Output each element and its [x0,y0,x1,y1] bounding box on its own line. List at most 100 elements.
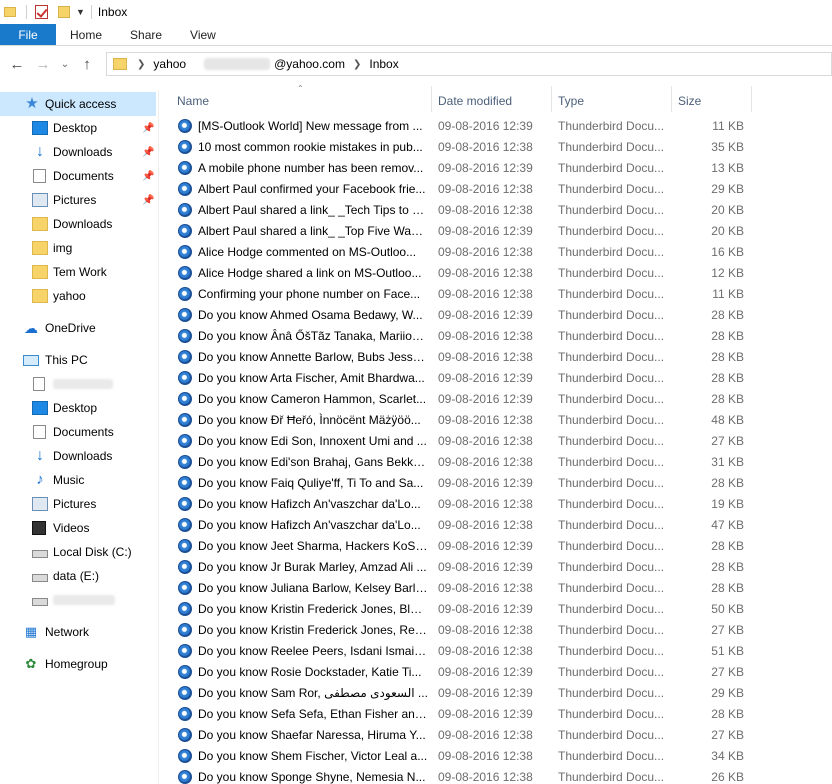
nav-quick-access[interactable]: ★ Quick access [0,92,156,116]
file-row[interactable]: Do you know Jeet Sharma, Hackers KoSo...… [159,536,832,557]
nav-data-e[interactable]: data (E:) [0,564,156,588]
up-arrow-icon[interactable]: ↑ [76,53,98,75]
file-type: Thunderbird Docu... [558,413,665,427]
breadcrumb-email-account[interactable]: @yahoo.com [274,57,345,71]
nav-redacted-drive[interactable] [0,588,156,612]
file-row[interactable]: Do you know Jr Burak Marley, Amzad Ali .… [159,557,832,578]
nav-documents[interactable]: Documents 📌 [0,164,156,188]
column-divider[interactable] [751,86,752,112]
file-row[interactable]: Do you know Kristin Frederick Jones, Bln… [159,599,832,620]
folder-icon [32,265,48,279]
chevron-right-icon[interactable]: ❯ [137,59,145,70]
column-header-size[interactable]: Size [678,90,748,112]
file-row[interactable]: Do you know Faiq Quliye'ff, Ti To and Sa… [159,473,832,494]
nav-label: Desktop [53,121,98,135]
thunderbird-document-icon [178,602,192,616]
customize-toolbar-chevron-down-icon[interactable]: ▼ [76,7,85,17]
file-row[interactable]: Do you know Shem Fischer, Victor Leal a.… [159,746,832,767]
recent-locations-chevron-down-icon[interactable]: ⌄ [58,53,72,75]
new-folder-icon[interactable] [58,6,70,18]
file-row[interactable]: Do you know Annette Barlow, Bubs Jesso..… [159,347,832,368]
file-row[interactable]: Do you know Đř Ħeřó, Ìnnöcënt Mäżÿöö... 0… [159,410,832,431]
file-row[interactable]: 10 most common rookie mistakes in pub...… [159,137,832,158]
column-divider[interactable] [671,86,672,112]
file-row[interactable]: Do you know Hafizch An'vaszchar da'Lo...… [159,494,832,515]
chevron-right-icon[interactable]: ❯ [353,59,361,70]
file-list: ⌃ Name Date modified Type Size [MS-Outlo… [159,82,832,784]
file-row[interactable]: Do you know Sponge Shyne, Nemesia N... 09… [159,767,832,784]
nav-downloads[interactable]: ↓ Downloads 📌 [0,140,156,164]
file-row[interactable]: Alice Hodge shared a link on MS-Outloo..… [159,263,832,284]
file-row[interactable]: Alice Hodge commented on MS-Outloo... 09-… [159,242,832,263]
nav-img[interactable]: img [0,236,156,260]
folder-icon [32,289,48,303]
column-header-name[interactable]: Name [177,90,427,112]
pin-icon[interactable]: 📌 [142,195,154,206]
file-row[interactable]: Do you know Edi Son, Innoxent Umi and ..… [159,431,832,452]
tab-share[interactable]: Share [116,24,176,45]
file-row[interactable]: [MS-Outlook World] New message from ... 0… [159,116,832,137]
file-row[interactable]: Do you know Arta Fischer, Amit Bhardwa..… [159,368,832,389]
nav-pc-pictures[interactable]: Pictures [0,492,156,516]
nav-pc-downloads[interactable]: ↓ Downloads [0,444,156,468]
file-size: 28 KB [711,476,744,490]
file-row[interactable]: Do you know Rosie Dockstader, Katie Ti..… [159,662,832,683]
nav-music[interactable]: ♪ Music [0,468,156,492]
nav-network[interactable]: ▦ Network [0,620,156,644]
column-divider[interactable] [431,86,432,112]
folder-icon [32,241,48,255]
nav-local-disk-c[interactable]: Local Disk (C:) [0,540,156,564]
breadcrumb-inbox[interactable]: Inbox [369,57,398,71]
file-size: 28 KB [711,707,744,721]
back-arrow-icon[interactable]: ← [6,53,28,75]
file-row[interactable]: Do you know Cameron Hammon, Scarlet... 09… [159,389,832,410]
breadcrumb-yahoo[interactable]: yahoo [153,57,186,71]
file-row[interactable]: A mobile phone number has been remov... 0… [159,158,832,179]
pin-icon[interactable]: 📌 [142,147,154,158]
pin-icon[interactable]: 📌 [142,171,154,182]
desktop-icon [32,121,48,135]
file-row[interactable]: Do you know Shaefar Naressa, Hiruma Y...… [159,725,832,746]
properties-icon[interactable] [35,5,48,19]
file-row[interactable]: Do you know Ahmed Osama Bedawy, W... 09-0… [159,305,832,326]
file-row[interactable]: Do you know Sam Ror, السعودی مصطفی ... 09… [159,683,832,704]
file-row[interactable]: Do you know Edi'son Brahaj, Gans Bekker.… [159,452,832,473]
nav-homegroup[interactable]: ✿ Homegroup [0,652,156,676]
nav-pc-documents[interactable]: Documents [0,420,156,444]
file-row[interactable]: Do you know Sefa Sefa, Ethan Fisher and … [159,704,832,725]
file-row[interactable]: Albert Paul confirmed your Facebook frie… [159,179,832,200]
pin-icon[interactable]: 📌 [142,123,154,134]
file-date-modified: 09-08-2016 12:38 [438,728,533,742]
file-row[interactable]: Albert Paul shared a link_ _Top Five Way… [159,221,832,242]
file-row[interactable]: Do you know Hafizch An'vaszchar da'Lo...… [159,515,832,536]
nav-desktop[interactable]: Desktop 📌 [0,116,156,140]
tab-file[interactable]: File [0,24,56,45]
forward-arrow-icon[interactable]: → [32,53,54,75]
nav-tem-work[interactable]: Tem Work [0,260,156,284]
pictures-icon [32,497,48,511]
column-divider[interactable] [551,86,552,112]
nav-videos[interactable]: Videos [0,516,156,540]
nav-redacted-device[interactable] [0,372,156,396]
file-name: Do you know Hafizch An'vaszchar da'Lo... [198,497,421,511]
file-type: Thunderbird Docu... [558,119,665,133]
column-header-type[interactable]: Type [558,90,670,112]
column-header-date-modified[interactable]: Date modified [438,90,550,112]
thunderbird-document-icon [178,245,192,259]
nav-onedrive[interactable]: ☁ OneDrive [0,316,156,340]
tab-view[interactable]: View [176,24,230,45]
nav-pc-desktop[interactable]: Desktop [0,396,156,420]
file-row[interactable]: Do you know Reelee Peers, Isdani Ismail … [159,641,832,662]
nav-downloads-folder[interactable]: Downloads [0,212,156,236]
nav-yahoo[interactable]: yahoo [0,284,156,308]
file-name: Do you know Đř Ħeřó, Ìnnöcënt Mäżÿöö... [198,413,421,427]
address-bar[interactable]: ❯ yahoo @yahoo.com ❯ Inbox [106,52,832,76]
file-row[interactable]: Do you know Juliana Barlow, Kelsey Barlo… [159,578,832,599]
tab-home[interactable]: Home [56,24,116,45]
file-row[interactable]: Do you know Kristin Frederick Jones, Ree… [159,620,832,641]
file-row[interactable]: Do you know Ȃnâ ŐšTãz Tanaka, Mariioo...… [159,326,832,347]
nav-this-pc[interactable]: This PC [0,348,156,372]
file-row[interactable]: Albert Paul shared a link_ _Tech Tips to… [159,200,832,221]
file-row[interactable]: Confirming your phone number on Face... 0… [159,284,832,305]
nav-pictures[interactable]: Pictures 📌 [0,188,156,212]
